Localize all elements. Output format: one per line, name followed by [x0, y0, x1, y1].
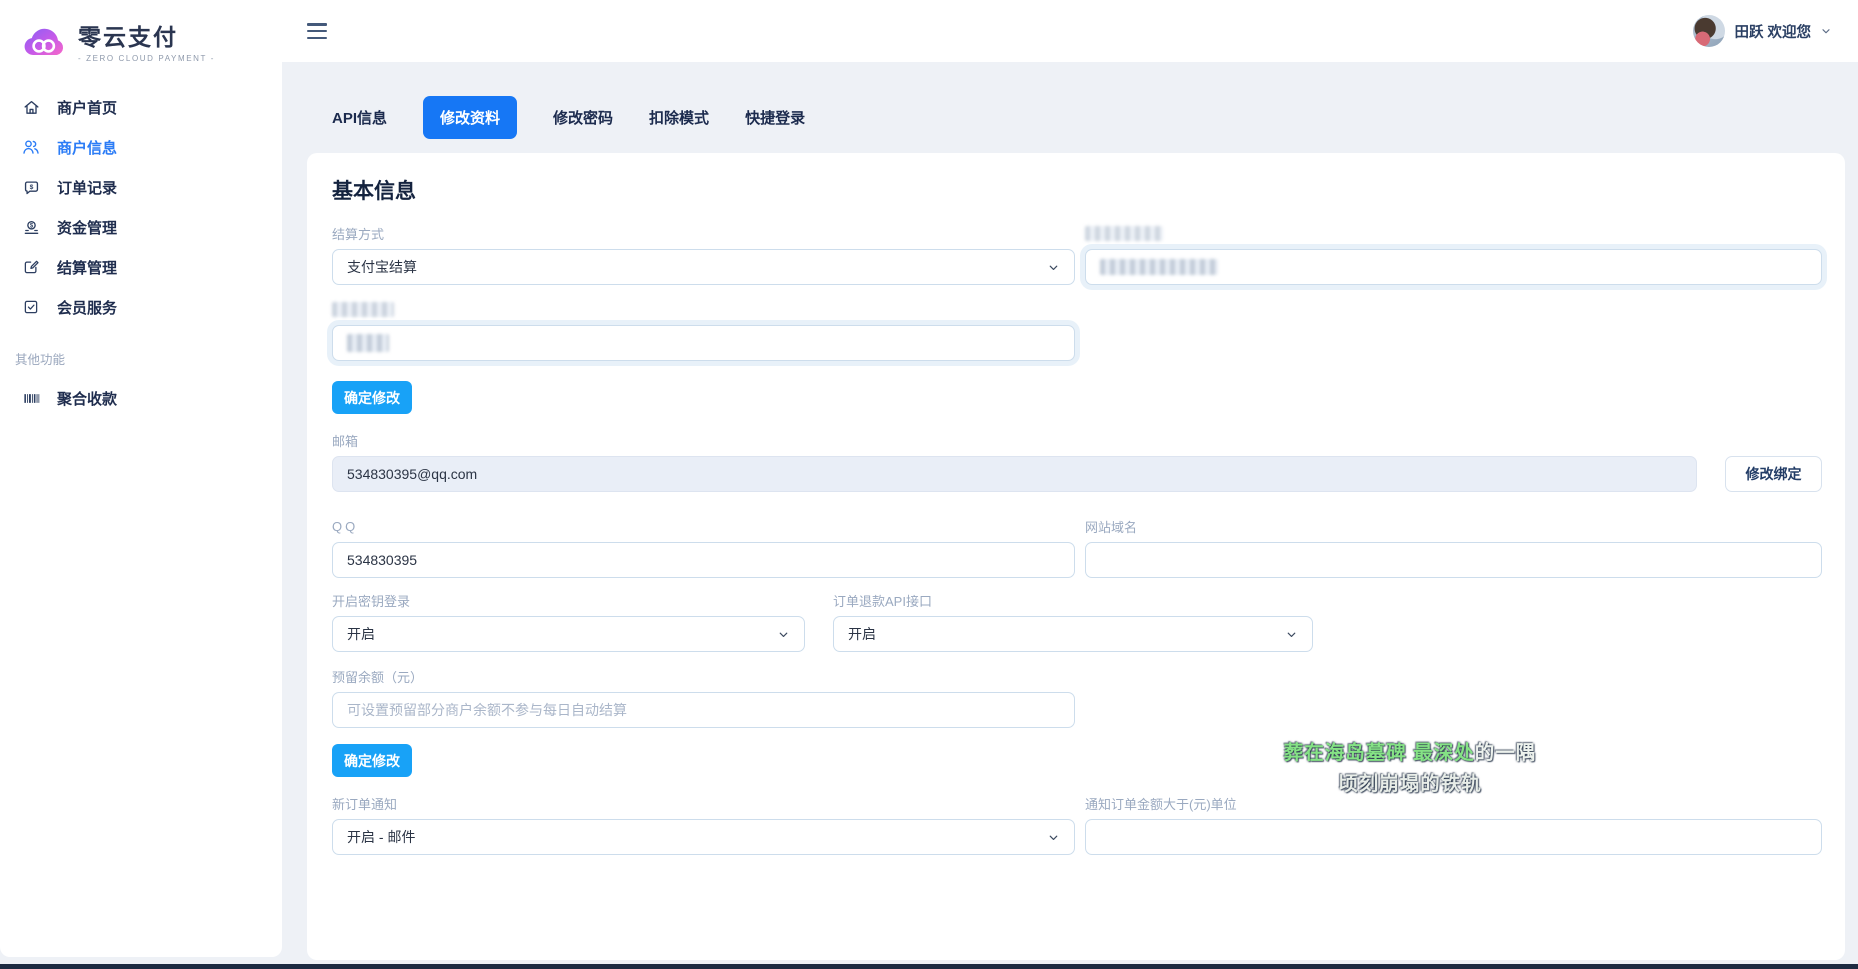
tab-bar: API信息 修改资料 修改密码 扣除模式 快捷登录	[332, 95, 1845, 140]
notify-amount-input[interactable]	[1100, 829, 1807, 845]
redacted-field-label	[1085, 226, 1163, 241]
new-order-notify-label: 新订单通知	[332, 795, 1075, 811]
key-login-select[interactable]: 开启	[332, 616, 805, 652]
tab-deduct-mode[interactable]: 扣除模式	[649, 96, 709, 139]
settle-method-select[interactable]: 支付宝结算	[332, 249, 1075, 285]
qq-label: QQ	[332, 518, 1075, 534]
sidebar-nav: 商户首页 商户信息 $ 订单记录 $ 资金管理	[0, 87, 282, 327]
chevron-down-icon	[1820, 25, 1832, 37]
key-login-value: 开启	[347, 624, 375, 644]
sidebar-item-merchant-info[interactable]: 商户信息	[0, 127, 282, 167]
sidebar-section-label: 其他功能	[0, 327, 282, 378]
member-service-icon	[21, 297, 41, 317]
settle-method-value: 支付宝结算	[347, 257, 417, 277]
brand-name: 零云支付	[78, 18, 215, 52]
settlement-icon	[21, 257, 41, 277]
domain-label: 网站域名	[1085, 518, 1822, 534]
redacted-field2-label	[332, 302, 394, 317]
qq-input-wrap	[332, 542, 1075, 578]
sidebar-item-member-service[interactable]: 会员服务	[0, 287, 282, 327]
notify-amount-input-wrap	[1085, 819, 1822, 855]
refund-api-select[interactable]: 开启	[833, 616, 1313, 652]
reserved-balance-input[interactable]	[347, 702, 1060, 718]
chevron-down-icon	[777, 628, 790, 641]
brand-tagline: - ZERO CLOUD PAYMENT -	[78, 54, 215, 63]
refund-api-value: 开启	[848, 624, 876, 644]
email-input[interactable]	[332, 456, 1697, 492]
notify-amount-label: 通知订单金额大于(元)单位	[1085, 795, 1822, 811]
merchant-info-icon	[21, 137, 41, 157]
sidebar-item-settlement[interactable]: 结算管理	[0, 247, 282, 287]
tab-change-password[interactable]: 修改密码	[553, 96, 613, 139]
avatar	[1693, 15, 1725, 47]
domain-input-wrap	[1085, 542, 1822, 578]
new-order-notify-value: 开启 - 邮件	[347, 827, 415, 847]
sidebar-item-label: 商户信息	[57, 137, 117, 158]
viewport-bottom-edge	[0, 964, 1858, 969]
brand-logo[interactable]: 零云支付 - ZERO CLOUD PAYMENT -	[0, 12, 282, 69]
refund-api-label: 订单退款API接口	[833, 592, 1313, 608]
redacted-field2-input[interactable]	[332, 325, 1075, 361]
app-shell: 零云支付 - ZERO CLOUD PAYMENT - 商户首页 商户信息 $	[0, 0, 1858, 969]
change-binding-button[interactable]: 修改绑定	[1725, 456, 1822, 492]
reserved-balance-label: 预留余额（元）	[332, 668, 1075, 684]
tab-api-info[interactable]: API信息	[332, 96, 387, 139]
sidebar-item-label: 订单记录	[57, 177, 117, 198]
tab-quick-login[interactable]: 快捷登录	[745, 96, 805, 139]
barcode-icon	[21, 388, 41, 408]
key-login-label: 开启密钥登录	[332, 592, 805, 608]
sidebar-item-merchant-home[interactable]: 商户首页	[0, 87, 282, 127]
settle-method-label: 结算方式	[332, 225, 1075, 241]
sidebar-item-label: 结算管理	[57, 257, 117, 278]
qq-input[interactable]	[347, 552, 1060, 568]
email-label: 邮箱	[332, 432, 1697, 448]
home-icon	[21, 97, 41, 117]
content-area: API信息 修改资料 修改密码 扣除模式 快捷登录 基本信息 结算方式 支付宝结…	[282, 62, 1858, 969]
user-menu[interactable]: 田跃 欢迎您	[1693, 15, 1832, 47]
sidebar-item-label: 资金管理	[57, 217, 117, 238]
sidebar: 零云支付 - ZERO CLOUD PAYMENT - 商户首页 商户信息 $	[0, 0, 282, 957]
redacted-field-value	[1100, 259, 1218, 275]
user-greeting: 田跃 欢迎您	[1734, 21, 1811, 42]
order-records-icon: $	[21, 177, 41, 197]
main-area: 田跃 欢迎您 API信息 修改资料 修改密码 扣除模式 快捷登录 基本信息 结算…	[282, 0, 1858, 969]
svg-text:$: $	[29, 183, 33, 190]
menu-toggle-icon[interactable]	[307, 23, 327, 39]
sidebar-item-funds[interactable]: $ 资金管理	[0, 207, 282, 247]
topbar: 田跃 欢迎您	[282, 0, 1858, 62]
sidebar-item-label: 聚合收款	[57, 388, 117, 409]
sidebar-item-aggregate-collection[interactable]: 聚合收款	[0, 378, 282, 418]
confirm-edit-button[interactable]: 确定修改	[332, 381, 412, 414]
sidebar-item-label: 会员服务	[57, 297, 117, 318]
chevron-down-icon	[1285, 628, 1298, 641]
redacted-field-input[interactable]	[1085, 249, 1822, 285]
redacted-field2-value	[347, 334, 389, 352]
basic-info-card: 基本信息 结算方式 支付宝结算	[307, 153, 1845, 960]
cloud-logo-icon	[22, 22, 68, 60]
sidebar-item-order-records[interactable]: $ 订单记录	[0, 167, 282, 207]
domain-input[interactable]	[1100, 552, 1807, 568]
section-title: 基本信息	[332, 175, 1822, 205]
reserved-balance-input-wrap	[332, 692, 1075, 728]
tab-edit-profile[interactable]: 修改资料	[423, 96, 517, 139]
new-order-notify-select[interactable]: 开启 - 邮件	[332, 819, 1075, 855]
funds-icon: $	[21, 217, 41, 237]
confirm-edit-button-2[interactable]: 确定修改	[332, 744, 412, 777]
chevron-down-icon	[1047, 831, 1060, 844]
chevron-down-icon	[1047, 261, 1060, 274]
email-value[interactable]	[347, 466, 1682, 482]
sidebar-item-label: 商户首页	[57, 97, 117, 118]
